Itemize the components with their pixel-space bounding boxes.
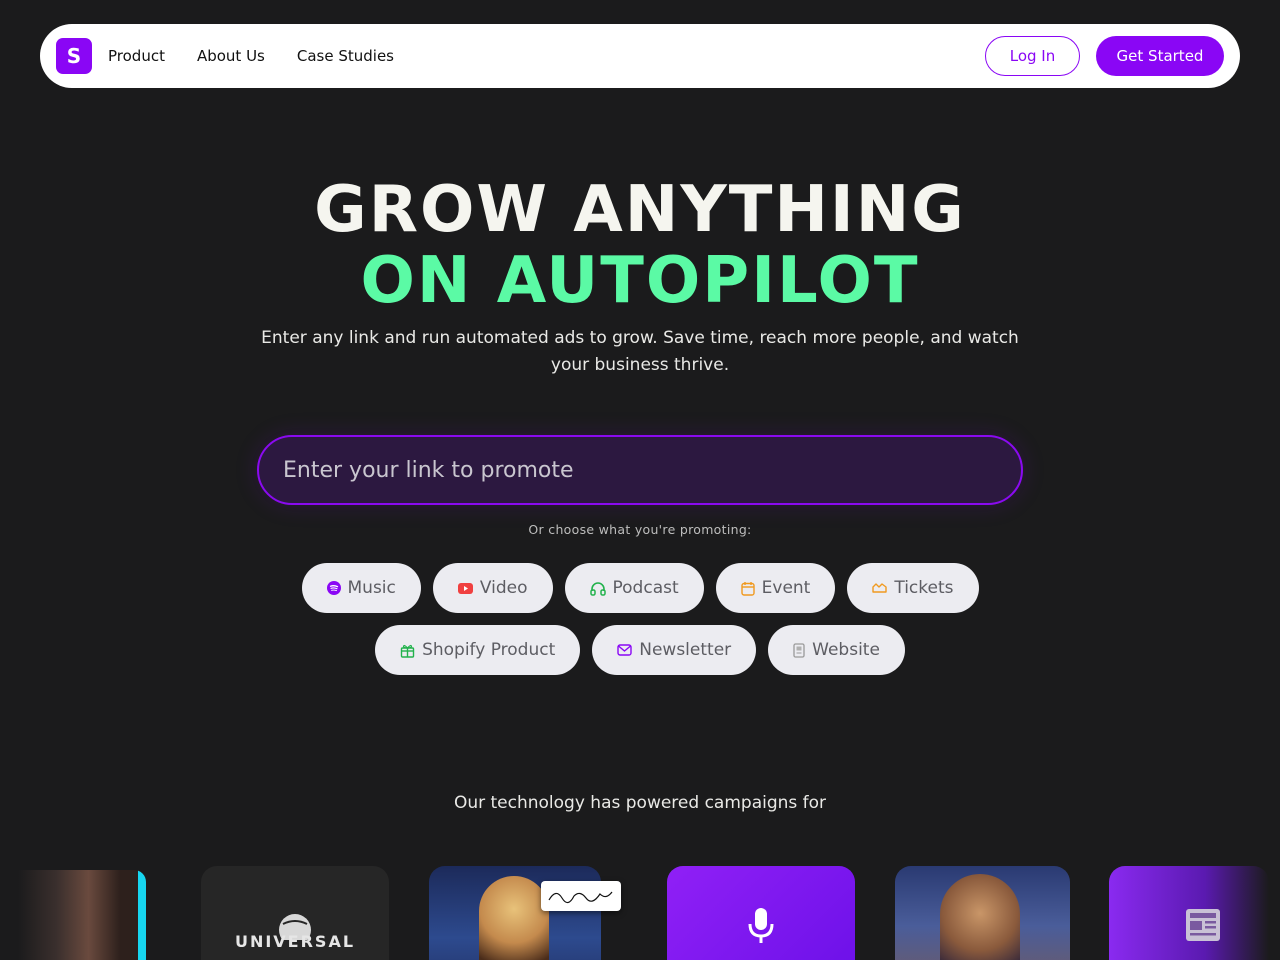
campaign-card-podcast[interactable] (667, 866, 855, 960)
chip-label: Video (479, 578, 528, 598)
signature-badge (541, 881, 621, 911)
nav-links: Product About Us Case Studies (108, 47, 426, 65)
campaign-card-artist-3[interactable] (895, 866, 1070, 960)
category-chips-row2: Shopify Product Newsletter Website (0, 625, 1280, 675)
chip-podcast[interactable]: Podcast (564, 563, 704, 613)
nav-link-about-us[interactable]: About Us (197, 47, 265, 65)
artist-photo (940, 874, 1020, 960)
mail-icon (617, 644, 632, 656)
chip-event[interactable]: Event (715, 563, 836, 613)
chip-shopify-product[interactable]: Shopify Product (375, 625, 581, 675)
get-started-button[interactable]: Get Started (1096, 36, 1224, 76)
spotify-icon (326, 581, 341, 595)
chip-label: Website (812, 640, 880, 660)
campaign-card-universal[interactable]: UNIVERSAL (201, 866, 389, 960)
link-input[interactable] (283, 457, 983, 483)
chip-newsletter[interactable]: Newsletter (592, 625, 757, 675)
top-navbar: S Product About Us Case Studies Log In G… (40, 24, 1240, 88)
category-chips-row1: Music Video Podcast Event Tickets (0, 563, 1280, 613)
nav-link-product[interactable]: Product (108, 47, 165, 65)
chip-website[interactable]: Website (768, 625, 905, 675)
chip-label: Music (347, 578, 396, 598)
chip-label: Newsletter (639, 640, 732, 660)
newspaper-icon (1186, 909, 1220, 941)
chip-music[interactable]: Music (301, 563, 421, 613)
card-accent-edge (138, 870, 146, 960)
powered-campaigns-label: Our technology has powered campaigns for (453, 793, 827, 813)
calendar-icon (740, 581, 755, 596)
chip-label: Podcast (612, 578, 679, 598)
chip-label: Shopify Product (422, 640, 556, 660)
signature-icon (548, 891, 613, 904)
hero-title-line2: ON AUTOPILOT (360, 244, 920, 318)
microphone-icon (748, 908, 774, 943)
hero-subtitle: Enter any link and run automated ads to … (261, 328, 1019, 375)
artist-photo (479, 876, 549, 960)
campaign-card-artist-1[interactable] (18, 870, 146, 960)
youtube-icon (457, 582, 473, 594)
hero-title-line1: GROW ANYTHING (314, 173, 966, 247)
gift-icon (400, 643, 415, 658)
ticket-icon (872, 582, 888, 594)
chip-video[interactable]: Video (432, 563, 553, 613)
headphones-icon (589, 581, 606, 596)
link-input-container (257, 435, 1023, 505)
chip-tickets[interactable]: Tickets (847, 563, 979, 613)
campaign-card-newsletter[interactable] (1109, 866, 1269, 960)
choose-label: Or choose what you're promoting: (528, 522, 752, 537)
nav-link-case-studies[interactable]: Case Studies (297, 47, 394, 65)
nav-actions: Log In Get Started (985, 36, 1224, 76)
chip-label: Tickets (894, 578, 954, 598)
page-icon (793, 642, 805, 658)
login-button[interactable]: Log In (985, 36, 1080, 76)
universal-logo-text: UNIVERSAL (234, 932, 356, 951)
logo[interactable]: S (56, 38, 92, 74)
chip-label: Event (761, 578, 811, 598)
